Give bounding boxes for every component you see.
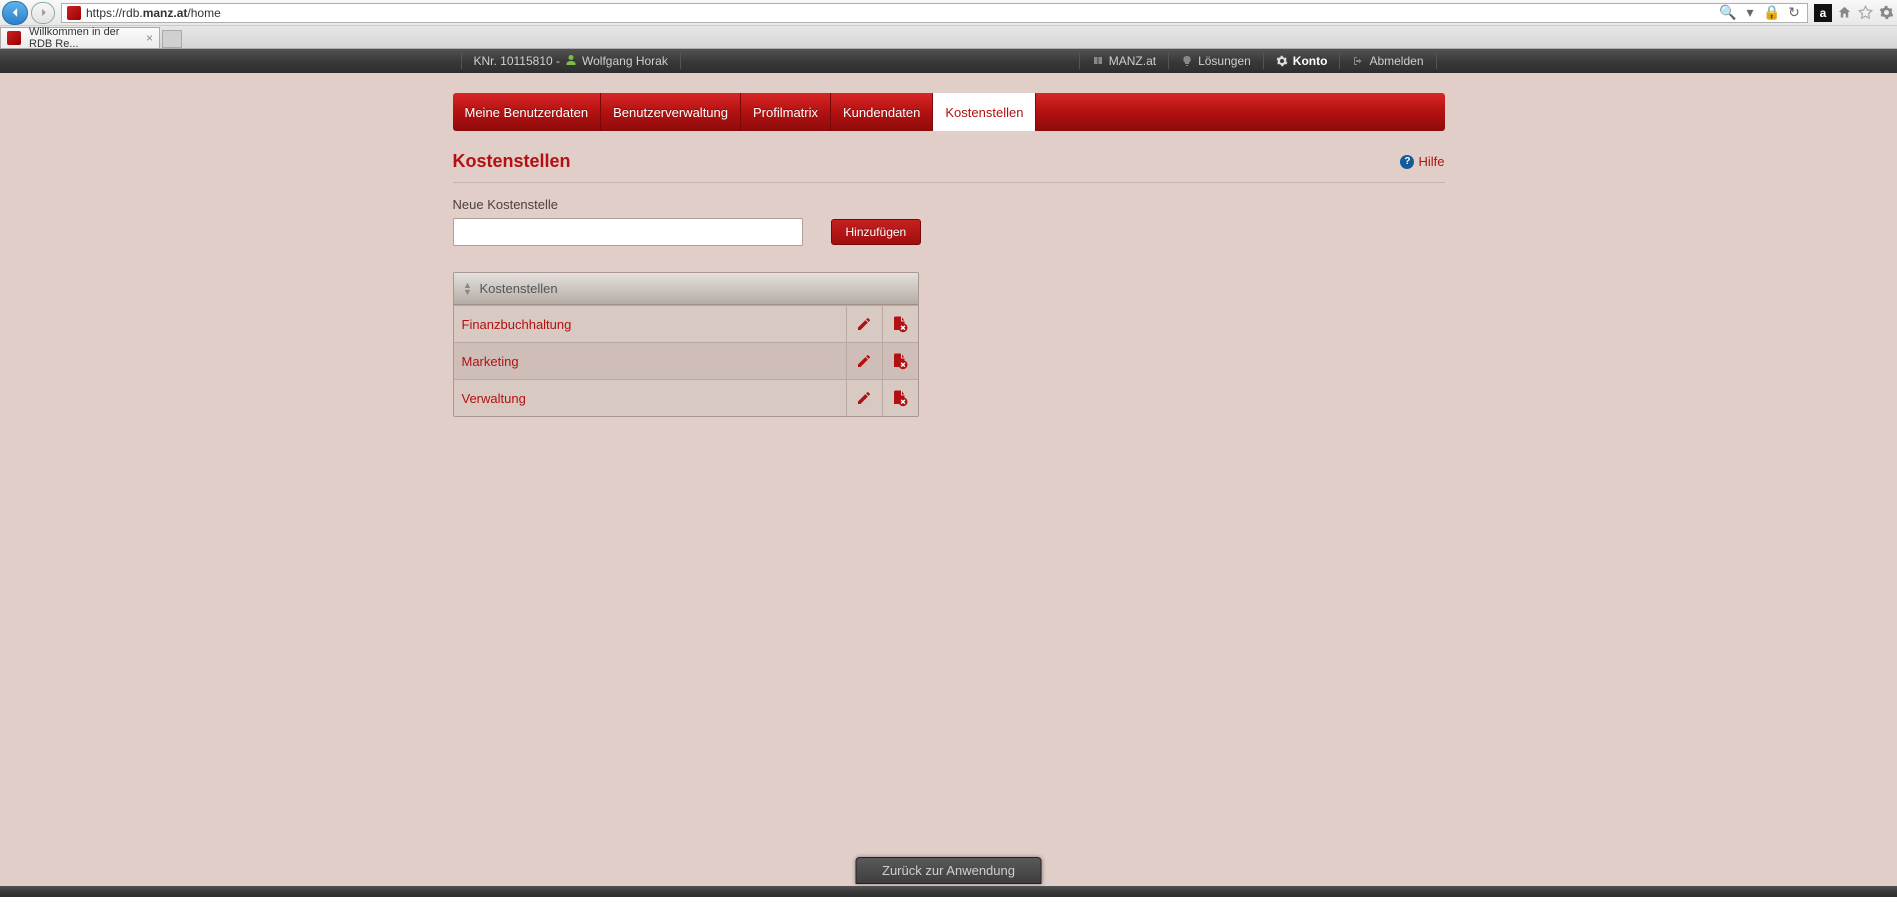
page-title: Kostenstellen: [453, 151, 571, 172]
lock-icon: 🔒: [1763, 4, 1781, 22]
search-icon[interactable]: 🔍: [1719, 4, 1737, 22]
delete-button[interactable]: [882, 306, 918, 342]
table-header-label: Kostenstellen: [480, 281, 558, 296]
kostenstellen-table: ▲▼ Kostenstellen FinanzbuchhaltungMarket…: [453, 272, 919, 417]
nav-tab-0[interactable]: Meine Benutzerdaten: [453, 93, 602, 131]
header-abmelden-link[interactable]: Abmelden: [1348, 49, 1427, 73]
refresh-icon[interactable]: ↻: [1785, 4, 1803, 22]
nav-tabs: Meine BenutzerdatenBenutzerverwaltungPro…: [453, 93, 1445, 131]
nav-tab-1[interactable]: Benutzerverwaltung: [601, 93, 741, 131]
browser-tab-bar: Willkommen in der RDB Re... ×: [0, 26, 1897, 49]
customer-number: KNr. 10115810 - Wolfgang Horak: [470, 49, 672, 73]
user-icon: [565, 54, 577, 69]
lightbulb-icon: [1181, 55, 1193, 67]
table-header[interactable]: ▲▼ Kostenstellen: [454, 273, 918, 305]
favorite-icon[interactable]: [1856, 4, 1874, 22]
table-row: Marketing: [454, 342, 918, 379]
nav-back-button[interactable]: [2, 1, 28, 25]
nav-forward-button[interactable]: [31, 2, 55, 24]
header-loesungen-link[interactable]: Lösungen: [1177, 49, 1255, 73]
nav-tab-3[interactable]: Kundendaten: [831, 93, 933, 131]
help-link[interactable]: ? Hilfe: [1400, 154, 1444, 169]
back-to-app-button[interactable]: Zurück zur Anwendung: [855, 857, 1042, 884]
book-icon: [1092, 55, 1104, 67]
url-text: https://rdb.manz.at/home: [86, 6, 221, 20]
url-bar[interactable]: https://rdb.manz.at/home 🔍 ▾ 🔒 ↻: [61, 3, 1808, 23]
edit-button[interactable]: [846, 343, 882, 379]
edit-button[interactable]: [846, 380, 882, 416]
row-name[interactable]: Verwaltung: [454, 380, 846, 416]
home-icon[interactable]: [1835, 4, 1853, 22]
logout-icon: [1352, 55, 1364, 67]
sort-icon[interactable]: ▲▼: [462, 282, 474, 296]
user-name: Wolfgang Horak: [582, 54, 668, 68]
nav-tab-2[interactable]: Profilmatrix: [741, 93, 831, 131]
delete-button[interactable]: [882, 380, 918, 416]
tab-title: Willkommen in der RDB Re...: [29, 26, 142, 50]
edit-button[interactable]: [846, 306, 882, 342]
nav-tab-4[interactable]: Kostenstellen: [933, 93, 1036, 131]
kostenstelle-input[interactable]: [453, 218, 803, 246]
amazon-button[interactable]: a: [1814, 4, 1832, 22]
row-name[interactable]: Marketing: [454, 343, 846, 379]
add-button[interactable]: Hinzufügen: [831, 219, 922, 245]
tab-close-icon[interactable]: ×: [146, 31, 153, 45]
page-body: Meine BenutzerdatenBenutzerverwaltungPro…: [0, 73, 1897, 886]
table-row: Finanzbuchhaltung: [454, 305, 918, 342]
dropdown-icon[interactable]: ▾: [1741, 4, 1759, 22]
delete-button[interactable]: [882, 343, 918, 379]
table-row: Verwaltung: [454, 379, 918, 416]
browser-tab[interactable]: Willkommen in der RDB Re... ×: [0, 27, 160, 48]
gear-icon: [1276, 55, 1288, 67]
browser-toolbar: https://rdb.manz.at/home 🔍 ▾ 🔒 ↻ a: [0, 0, 1897, 26]
form-label: Neue Kostenstelle: [453, 197, 1445, 212]
site-favicon-icon: [66, 5, 82, 21]
app-header: KNr. 10115810 - Wolfgang Horak MANZ.at L…: [0, 49, 1897, 73]
tab-favicon-icon: [7, 30, 21, 46]
header-manz-link[interactable]: MANZ.at: [1088, 49, 1160, 73]
settings-icon[interactable]: [1877, 4, 1895, 22]
footer-bar: [0, 886, 1897, 897]
header-konto-link[interactable]: Konto: [1272, 49, 1332, 73]
row-name[interactable]: Finanzbuchhaltung: [454, 306, 846, 342]
new-tab-button[interactable]: [162, 30, 182, 48]
help-icon: ?: [1400, 155, 1414, 169]
